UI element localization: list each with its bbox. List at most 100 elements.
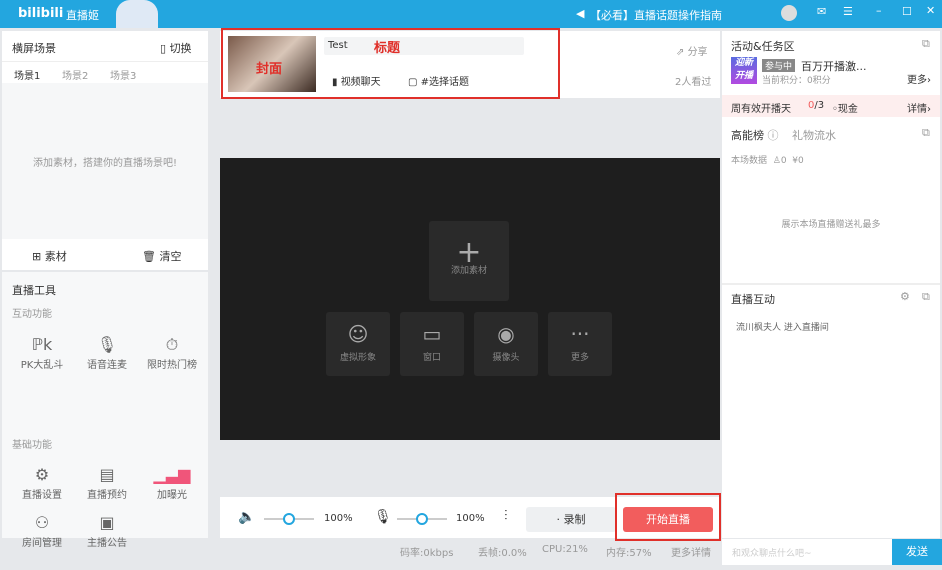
annotation-box-start [615, 493, 721, 541]
tool-label: 直播预约 [87, 490, 127, 501]
popout-icon[interactable]: ⧉ [922, 290, 930, 304]
settings-icon[interactable]: ⚙ [900, 290, 910, 303]
activity-more-link[interactable]: 更多› [907, 71, 931, 86]
tool-label: 限时热门榜 [147, 360, 197, 371]
source-label: 窗口 [422, 353, 441, 363]
basic-label: 基础功能 [12, 440, 52, 451]
megaphone-icon: ◀ [576, 7, 585, 20]
bilibili-logo: bilibili [18, 6, 64, 21]
tool-settings[interactable]: ⚙ 直播设置 [12, 464, 72, 501]
add-material-button[interactable]: ⊞ 素材 [32, 248, 67, 264]
source-more[interactable]: ··· 更多 [548, 312, 612, 376]
source-avatar[interactable]: ☺ 虚拟形象 [326, 312, 390, 376]
tool-label: 主播公告 [87, 538, 127, 549]
more-icon: ··· [570, 322, 590, 346]
tool-pk[interactable]: ℙk PK大乱斗 [12, 334, 72, 371]
rank-empty-hint: 展示本场直播赠送礼最多 [781, 220, 881, 230]
annotation-box-header [221, 28, 560, 99]
clear-label: 清空 [159, 250, 182, 263]
source-label: 更多 [570, 353, 589, 363]
record-button[interactable]: · 录制 [526, 507, 616, 532]
send-button[interactable]: 发送 [892, 539, 942, 565]
activity-name[interactable]: 百万开播激... [801, 58, 867, 74]
preview-canvas: + 添加素材 ☺ 虚拟形象 ▭ 窗口 ◉ 摄像头 ··· 更多 [220, 158, 720, 440]
tab-rank[interactable]: 高能榜 ⓘ [731, 127, 779, 143]
microphone-icon: 🎙 [96, 335, 118, 354]
interactive-label: 互动功能 [12, 309, 52, 320]
interact-title: 直播互动 [731, 293, 775, 306]
timer-icon: ⏱ [165, 335, 179, 354]
record-label: 录制 [563, 513, 586, 526]
source-window[interactable]: ▭ 窗口 [400, 312, 464, 376]
add-source-label: 添加素材 [450, 266, 487, 276]
switch-button[interactable]: ▯ 切换 [160, 40, 192, 56]
plus-icon: + [456, 235, 482, 270]
mic-volume: 100% [456, 513, 485, 524]
mascot-icon [116, 0, 158, 28]
tool-label: 房间管理 [22, 538, 62, 549]
tab-scene-3[interactable]: 场景3 [110, 67, 136, 82]
tab-gift-flow[interactable]: 礼物流水 [792, 127, 836, 143]
tool-hot-rank[interactable]: ⏱ 限时热门榜 [142, 334, 202, 371]
camera-icon: ◉ [497, 322, 515, 346]
speaker-volume: 100% [324, 513, 353, 524]
tool-label: PK大乱斗 [20, 360, 64, 371]
window-icon: ▭ [422, 322, 442, 346]
gear-icon: ⚙ [34, 465, 50, 484]
maximize-icon[interactable]: ☐ [902, 5, 912, 18]
memory-usage: 内存:57% [606, 548, 652, 559]
tool-label: 加曝光 [157, 490, 187, 501]
tool-room-manage[interactable]: ⚇ 房间管理 [12, 512, 72, 549]
live-tools-panel: 直播工具 互动功能 ℙk PK大乱斗 🎙 语音连麦 ⏱ 限时热门榜 基础功能 ⚙ 直播设… [2, 272, 208, 549]
tools-title: 直播工具 [12, 284, 56, 297]
tool-boost[interactable]: ▁▃▆ 加曝光 [142, 464, 202, 501]
dropped-frames: 丢帧:0.0% [478, 548, 527, 559]
chat-placeholder: 和观众聊点什么吧~ [732, 549, 812, 559]
mail-icon[interactable]: ✉ [817, 5, 826, 18]
users-icon: ⚇ [34, 513, 50, 532]
tool-announcement[interactable]: ▣ 主播公告 [77, 512, 137, 549]
source-camera[interactable]: ◉ 摄像头 [474, 312, 538, 376]
switch-label: 切换 [169, 42, 192, 55]
microphone-icon: 🎙 [374, 509, 392, 525]
tool-label: 直播设置 [22, 490, 62, 501]
tool-schedule[interactable]: ▤ 直播预约 [77, 464, 137, 501]
minimize-icon[interactable]: – [876, 4, 882, 17]
more-details-link[interactable]: 更多详情 [671, 544, 711, 559]
calendar-icon: ▤ [99, 465, 115, 484]
source-label: 虚拟形象 [339, 353, 376, 363]
session-stats: 本场数据 ♙0 ¥0 [731, 156, 804, 166]
title-bar: bilibili 直播姬 ◀ 【必看】直播话题操作指南 ✉ ☰ – ☐ ✕ [0, 0, 942, 28]
close-icon[interactable]: ✕ [926, 4, 935, 17]
share-button[interactable]: ⇗ 分享 [676, 43, 708, 58]
popout-icon[interactable]: ⧉ [922, 37, 930, 51]
popout-icon[interactable]: ⧉ [922, 126, 930, 140]
right-panel: 活动&任务区 ⧉ 迎新 开播 参与中 百万开播激... 当前积分：0积分 更多› … [722, 31, 940, 538]
briefcase-icon: ▣ [99, 513, 115, 532]
mic-volume-slider[interactable] [397, 513, 447, 525]
tool-voice-link[interactable]: 🎙 语音连麦 [77, 334, 137, 371]
cash-reward: ◦现金 [832, 104, 858, 115]
chat-input[interactable]: 和观众聊点什么吧~ [722, 539, 892, 565]
details-link[interactable]: 详情› [907, 100, 931, 115]
scene-panel: 横屏场景 ▯ 切换 场景1 场景2 场景3 添加素材，搭建你的直播场景吧! ⊞ … [2, 31, 208, 270]
interact-message: 流川枫夫人 进入直播间 [736, 323, 829, 333]
notice-link[interactable]: 【必看】直播话题操作指南 [590, 7, 722, 23]
source-label: 摄像头 [492, 353, 520, 363]
tool-label: 语音连麦 [87, 360, 127, 371]
cpu-usage: CPU:21% [542, 544, 588, 555]
participating-tag: 参与中 [762, 59, 796, 72]
clear-button[interactable]: 🗑 清空 [142, 248, 181, 264]
signal-up-icon: ▁▃▆ [153, 465, 191, 484]
tab-scene-2[interactable]: 场景2 [62, 67, 88, 82]
mixer-icon[interactable]: ⫶ [504, 508, 508, 524]
activity-badge: 迎新 开播 [731, 57, 757, 84]
avatar[interactable] [781, 5, 797, 21]
weekly-progress: 0/3 [808, 100, 825, 111]
menu-icon[interactable]: ☰ [843, 5, 853, 18]
add-source-button[interactable]: + 添加素材 [429, 221, 509, 301]
activity-points: 当前积分：0积分 [762, 76, 831, 86]
speaker-volume-slider[interactable] [264, 513, 314, 525]
tab-scene-1[interactable]: 场景1 [14, 67, 40, 82]
weekly-label: 周有效开播天 [731, 104, 791, 115]
